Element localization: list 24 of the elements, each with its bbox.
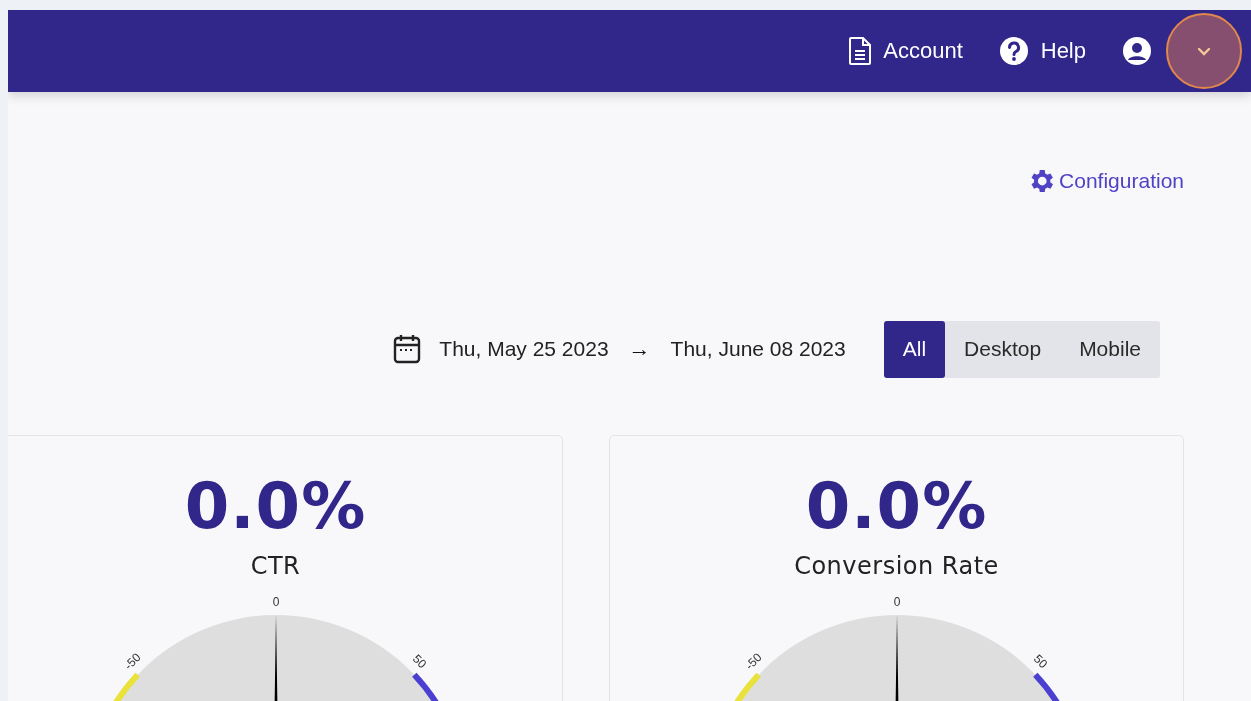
device-filter-option[interactable]: Desktop — [945, 320, 1061, 378]
metric-value: 0.0% — [184, 474, 367, 538]
arrow-text: → — [628, 336, 651, 362]
metric-label: CTR — [250, 552, 301, 580]
chevron-icon — [1197, 46, 1211, 56]
gauge-tick-label: -50 — [120, 650, 144, 673]
device-filter-option[interactable]: All — [883, 320, 946, 378]
nav-link[interactable]: Help — [998, 36, 1086, 66]
document-icon — [849, 37, 872, 65]
metric-label: Conversion Rate — [794, 552, 999, 580]
gauge-tick-label: 50 — [1030, 651, 1050, 672]
gauge-tick-label: 0 — [272, 595, 279, 609]
help-icon — [998, 36, 1029, 66]
gauge-tick-label: -50 — [741, 650, 765, 673]
device-filter-option[interactable]: Mobile — [1060, 320, 1160, 378]
calendar-icon — [393, 334, 422, 364]
user-icon[interactable] — [1122, 36, 1152, 66]
gauge-tick-label: 50 — [409, 651, 429, 672]
gauge-tick-label: 0 — [893, 595, 900, 609]
end-date: Thu, June 08 2023 — [670, 337, 846, 361]
metric-value: 0.0% — [805, 474, 988, 538]
start-date: Thu, May 25 2023 — [439, 337, 609, 361]
nav-link[interactable]: Account — [849, 37, 963, 65]
configuration-link[interactable]: Configuration — [1026, 166, 1184, 196]
